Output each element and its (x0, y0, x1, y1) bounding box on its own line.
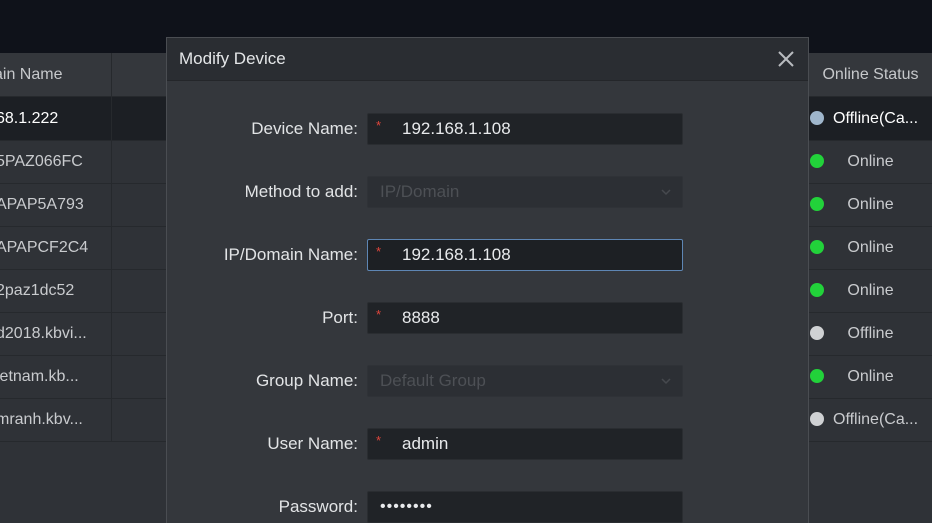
device-name-value: 192.168.1.108 (402, 119, 511, 138)
table-row[interactable]: APAPCF2C4 (0, 226, 166, 270)
table-header: ain Name (0, 53, 166, 97)
port-input[interactable]: * 8888 (367, 302, 683, 334)
group-name-select: Default Group (367, 365, 683, 397)
dialog-title-bar[interactable]: Modify Device (167, 38, 808, 81)
table-row[interactable]: 68.1.222 (0, 97, 166, 141)
port-label: Port: (322, 308, 358, 327)
column-header-online-status[interactable]: Online Status (809, 53, 932, 97)
modify-device-dialog: Modify Device Device Name: * 192.168.1.1… (166, 37, 809, 523)
group-name-label: Group Name: (255, 371, 358, 390)
online-status-text: Offline(Ca... (833, 110, 919, 127)
table-row[interactable]: Offline(Ca... (809, 97, 932, 141)
domain-name-text: mranh.kbv... (0, 411, 83, 428)
table-row[interactable]: Online (809, 226, 932, 270)
ip-domain-value: 192.168.1.108 (402, 245, 511, 264)
device-table-right: Online Status Offline(Ca... Online Online O… (809, 53, 932, 523)
user-name-label: User Name: (267, 434, 358, 453)
table-row[interactable]: Online (809, 140, 932, 184)
domain-name-cell: APAP5A793 (0, 183, 112, 226)
status-dot-icon (810, 412, 824, 426)
online-status-text: Online (847, 239, 894, 256)
online-status-text: Online (847, 196, 894, 213)
table-row[interactable]: Online (809, 269, 932, 313)
table-row[interactable]: 5PAZ066FC (0, 140, 166, 184)
domain-name-cell: APAPCF2C4 (0, 226, 112, 269)
device-name-label: Device Name: (251, 119, 358, 138)
group-name-row: Group Name: Default Group (167, 365, 808, 397)
table-row[interactable]: Online (809, 183, 932, 227)
table-row[interactable]: ietnam.kb... (0, 355, 166, 399)
ip-domain-label: IP/Domain Name: (223, 245, 358, 264)
status-dot-icon (810, 111, 824, 125)
online-status-text: Online (847, 153, 894, 170)
dialog-title: Modify Device (179, 49, 286, 68)
table-row[interactable]: Online (809, 355, 932, 399)
port-row: Port: * 8888 (167, 302, 808, 334)
domain-name-text: d2018.kbvi... (0, 325, 87, 342)
required-indicator: * (376, 307, 382, 322)
device-name-input[interactable]: * 192.168.1.108 (367, 113, 683, 145)
method-to-add-label: Method to add: (244, 182, 358, 201)
device-table-left: ain Name 68.1.222 5PAZ066FC APAP5A793 APAPC… (0, 53, 166, 523)
method-to-add-value: IP/Domain (380, 182, 460, 201)
group-name-value: Default Group (380, 371, 486, 390)
user-name-value: admin (402, 434, 449, 453)
domain-name-cell: ietnam.kb... (0, 355, 112, 398)
password-label: Password: (278, 497, 358, 516)
domain-name-cell: 5PAZ066FC (0, 140, 112, 183)
required-indicator: * (376, 118, 382, 133)
table-row[interactable]: d2018.kbvi... (0, 312, 166, 356)
domain-name-text: APAP5A793 (0, 196, 84, 213)
domain-name-text: 68.1.222 (0, 110, 59, 127)
chevron-down-icon (661, 189, 671, 196)
method-to-add-row: Method to add: IP/Domain (167, 176, 808, 208)
domain-name-text: APAPCF2C4 (0, 239, 89, 256)
device-name-row: Device Name: * 192.168.1.108 (167, 113, 808, 145)
method-to-add-select: IP/Domain (367, 176, 683, 208)
table-row[interactable]: Offline(Ca... (809, 398, 932, 442)
column-header-domain-name[interactable]: ain Name (0, 53, 112, 96)
table-row[interactable]: mranh.kbv... (0, 398, 166, 442)
required-indicator: * (376, 433, 382, 448)
password-input[interactable]: •••••••• (367, 491, 683, 523)
domain-name-text: 5PAZ066FC (0, 153, 83, 170)
chevron-down-icon (661, 378, 671, 385)
domain-name-text: ietnam.kb... (0, 368, 79, 385)
domain-name-cell: d2018.kbvi... (0, 312, 112, 355)
port-value: 8888 (402, 308, 440, 327)
close-icon (778, 51, 794, 67)
close-button[interactable] (773, 46, 799, 72)
domain-name-cell: 2paz1dc52 (0, 269, 112, 312)
user-name-row: User Name: * admin (167, 428, 808, 460)
table-row[interactable]: Offline (809, 312, 932, 356)
domain-name-text: 2paz1dc52 (0, 282, 75, 299)
ip-domain-input[interactable]: * 192.168.1.108 (367, 239, 683, 271)
online-status-text: Offline (847, 325, 894, 342)
required-indicator: * (376, 244, 382, 259)
online-status-text: Online (847, 282, 894, 299)
user-name-input[interactable]: * admin (367, 428, 683, 460)
table-row[interactable]: APAP5A793 (0, 183, 166, 227)
online-status-text: Offline(Ca... (833, 411, 919, 428)
online-status-text: Online (847, 368, 894, 385)
password-row: Password: •••••••• (167, 491, 808, 523)
table-row[interactable]: 2paz1dc52 (0, 269, 166, 313)
password-value: •••••••• (380, 498, 433, 515)
domain-name-cell: 68.1.222 (0, 97, 112, 140)
domain-name-cell: mranh.kbv... (0, 398, 112, 441)
ip-domain-row: IP/Domain Name: * 192.168.1.108 (167, 239, 808, 271)
